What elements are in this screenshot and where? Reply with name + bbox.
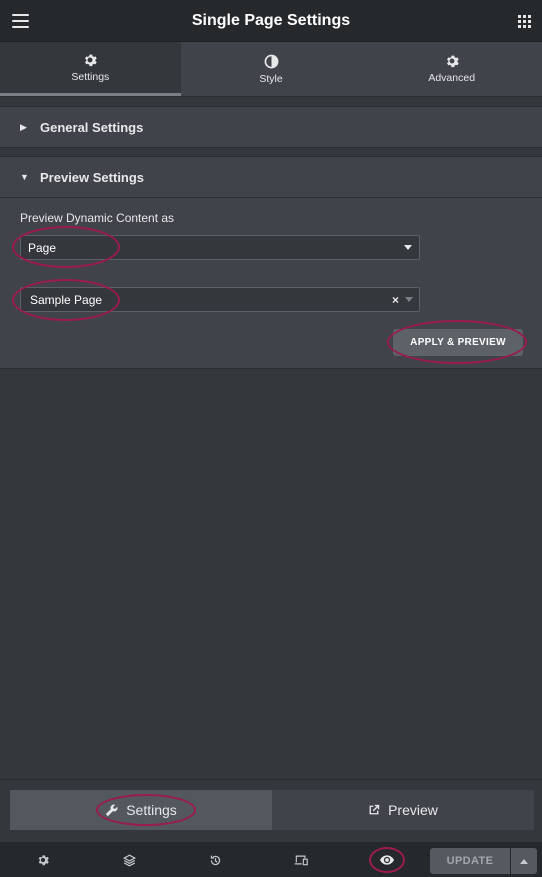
clear-icon[interactable]: × xyxy=(392,293,399,307)
preview-dynamic-label: Preview Dynamic Content as xyxy=(20,211,175,225)
chevron-down-icon xyxy=(405,297,413,302)
chevron-down-icon xyxy=(404,245,412,250)
caret-right-icon: ▶ xyxy=(20,121,27,132)
panel-header: Single Page Settings xyxy=(0,0,542,42)
tab-settings[interactable]: Settings xyxy=(0,42,181,96)
tab-advanced[interactable]: Advanced xyxy=(361,42,542,96)
caret-down-icon: ▼ xyxy=(20,172,29,182)
grid-apps-icon[interactable] xyxy=(518,15,531,28)
half-circle-icon xyxy=(264,54,278,68)
eye-icon[interactable] xyxy=(379,852,395,868)
gear-icon xyxy=(446,55,459,68)
tab-style-label: Style xyxy=(259,72,283,85)
section-preview-settings[interactable]: ▼ Preview Settings xyxy=(0,156,542,198)
update-button[interactable]: UPDATE xyxy=(430,848,510,874)
switcher-preview-label: Preview xyxy=(388,802,438,818)
tab-style[interactable]: Style xyxy=(181,42,362,96)
switcher-settings-button[interactable]: Settings xyxy=(10,790,272,830)
tab-advanced-label: Advanced xyxy=(428,72,476,84)
chevron-up-icon xyxy=(520,858,528,864)
preview-item-value: Sample Page xyxy=(30,292,103,307)
preview-type-select[interactable]: Page xyxy=(20,235,420,260)
preview-type-value: Page xyxy=(28,240,57,255)
section-preview-label: Preview Settings xyxy=(40,169,145,185)
update-options-button[interactable] xyxy=(511,848,537,874)
page-title: Single Page Settings xyxy=(191,12,351,29)
switcher-preview-button[interactable]: Preview xyxy=(272,790,534,830)
switcher-settings-label: Settings xyxy=(126,802,177,818)
gear-icon xyxy=(85,54,98,66)
apply-preview-button[interactable]: APPLY & PREVIEW xyxy=(393,329,523,356)
layers-icon[interactable] xyxy=(121,852,137,868)
tab-settings-label: Settings xyxy=(71,70,110,83)
wrench-icon xyxy=(105,804,118,817)
section-general-settings[interactable]: ▶ General Settings xyxy=(0,106,542,148)
external-link-icon xyxy=(368,804,380,816)
settings-preview-switcher: Settings Preview xyxy=(10,790,534,830)
section-general-label: General Settings xyxy=(40,119,144,135)
history-icon[interactable] xyxy=(207,852,223,868)
preview-item-select[interactable]: Sample Page × xyxy=(20,287,420,312)
responsive-icon[interactable] xyxy=(293,852,309,868)
settings-tabs: Settings Style Advanced xyxy=(0,42,542,97)
gear-icon[interactable] xyxy=(35,852,51,868)
